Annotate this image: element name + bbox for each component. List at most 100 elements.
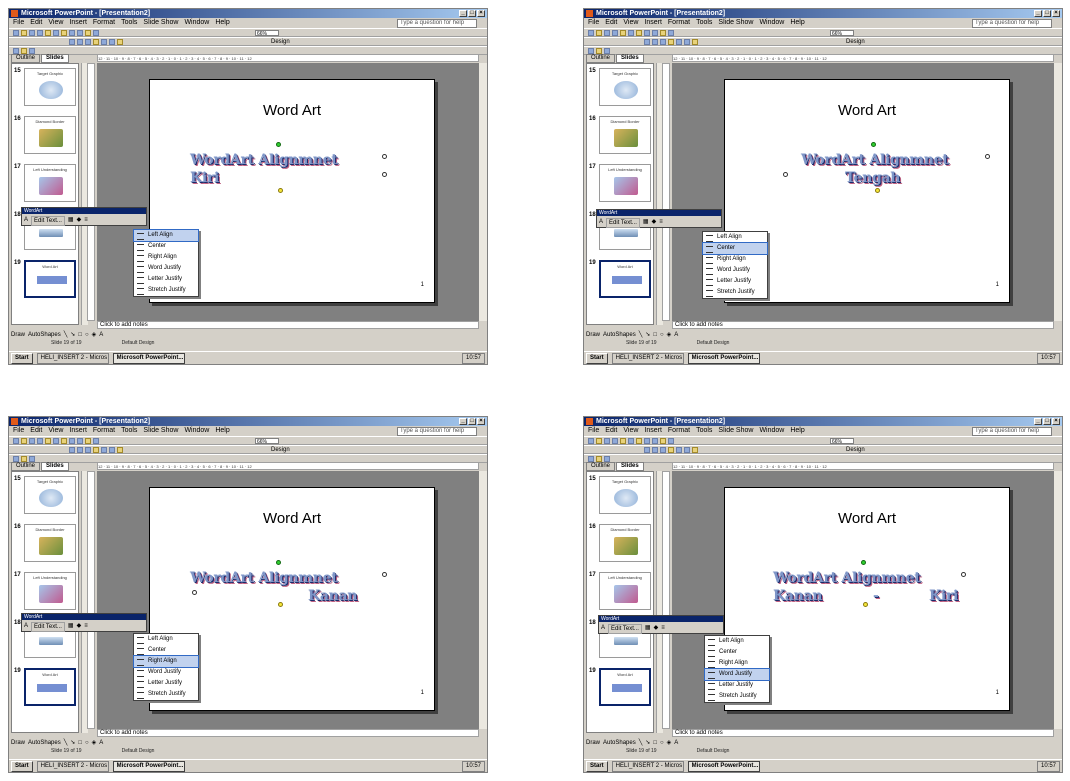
- menu-file[interactable]: File: [588, 426, 599, 435]
- save-icon[interactable]: [604, 438, 610, 444]
- print-icon[interactable]: [612, 30, 618, 36]
- bold-icon[interactable]: [644, 39, 650, 45]
- slide-title[interactable]: Word Art: [150, 510, 434, 527]
- slide-scrollbar[interactable]: [479, 471, 487, 729]
- menu-format[interactable]: Format: [668, 18, 690, 27]
- zoom-select[interactable]: 66%: [255, 438, 279, 445]
- menu-file[interactable]: File: [13, 18, 24, 27]
- wordart-gallery-icon[interactable]: ▦: [68, 622, 74, 632]
- menu-window[interactable]: Window: [759, 18, 784, 27]
- menu-edit[interactable]: Edit: [605, 18, 617, 27]
- thumbnail-item[interactable]: 17 Left Understanding: [589, 164, 653, 208]
- copy-icon[interactable]: [53, 30, 59, 36]
- thumbnail-slide[interactable]: Target Graphic: [599, 68, 651, 106]
- align-center-icon[interactable]: [676, 447, 682, 453]
- open-icon[interactable]: [21, 30, 27, 36]
- rectangle-icon[interactable]: □: [653, 739, 657, 747]
- undo-icon[interactable]: [69, 30, 75, 36]
- menu-format[interactable]: Format: [93, 426, 115, 435]
- underline-icon[interactable]: [660, 447, 666, 453]
- line-icon[interactable]: ╲: [64, 739, 68, 747]
- wordart-gallery-icon[interactable]: ▦: [68, 216, 74, 226]
- cut-icon[interactable]: [45, 438, 51, 444]
- menu-insert[interactable]: Insert: [644, 426, 662, 435]
- table-icon[interactable]: [668, 438, 674, 444]
- format-wordart-icon[interactable]: ◆: [654, 624, 659, 634]
- design-button[interactable]: Design: [846, 447, 865, 454]
- oval-icon[interactable]: ○: [660, 331, 664, 339]
- bold-icon[interactable]: [644, 447, 650, 453]
- resize-handle[interactable]: [382, 154, 387, 159]
- open-icon[interactable]: [596, 30, 602, 36]
- wordart-line-2-dash[interactable]: -: [873, 588, 879, 604]
- menu-view[interactable]: View: [623, 426, 638, 435]
- minimize-button[interactable]: _: [1034, 418, 1042, 425]
- slide-title[interactable]: Word Art: [725, 510, 1009, 527]
- menu-tools[interactable]: Tools: [121, 18, 137, 27]
- slide-scrollbar[interactable]: [1054, 63, 1062, 321]
- menu-slide-show[interactable]: Slide Show: [143, 18, 178, 27]
- start-button[interactable]: Start: [586, 352, 608, 364]
- oval-icon[interactable]: ○: [85, 331, 89, 339]
- arrow-icon[interactable]: ➘: [645, 331, 650, 339]
- rotate-handle[interactable]: [871, 142, 876, 147]
- notes-pane[interactable]: Click to add notes: [97, 729, 479, 737]
- notes-pane[interactable]: Click to add notes: [672, 321, 1054, 329]
- insert-wordart-icon[interactable]: A: [24, 216, 28, 226]
- menu-insert[interactable]: Insert: [69, 18, 87, 27]
- line-icon[interactable]: ╲: [64, 331, 68, 339]
- oval-icon[interactable]: ○: [85, 739, 89, 747]
- menu-format[interactable]: Format: [668, 426, 690, 435]
- copy-icon[interactable]: [628, 438, 634, 444]
- save-icon[interactable]: [604, 30, 610, 36]
- edit-text-button[interactable]: Edit Text...: [608, 624, 642, 634]
- help-search-input[interactable]: Type a question for help: [972, 427, 1052, 436]
- tab-slides[interactable]: Slides: [616, 54, 644, 63]
- chart-icon[interactable]: [85, 438, 91, 444]
- draw-menu[interactable]: Draw: [586, 739, 600, 747]
- bold-icon[interactable]: [69, 39, 75, 45]
- adjust-handle[interactable]: [875, 188, 880, 193]
- thumbnail-item[interactable]: 19 Word Art: [14, 260, 78, 304]
- menu-view[interactable]: View: [48, 18, 63, 27]
- fill-color-icon[interactable]: ◈: [667, 739, 672, 747]
- tab-slides[interactable]: Slides: [41, 54, 69, 63]
- insert-wordart-icon[interactable]: A: [599, 218, 603, 228]
- resize-handle[interactable]: [783, 172, 788, 177]
- menu-item-letter-justify[interactable]: Letter Justify: [134, 274, 198, 285]
- redo-icon[interactable]: [77, 30, 83, 36]
- font-color-icon[interactable]: A: [99, 739, 103, 747]
- slide-title[interactable]: Word Art: [150, 102, 434, 119]
- close-button[interactable]: ×: [1052, 418, 1060, 425]
- taskbar-item[interactable]: HELI_INSERT 2 - Micros: [611, 352, 684, 364]
- wordart-gallery-icon[interactable]: ▦: [643, 218, 649, 228]
- taskbar-item-powerpoint[interactable]: Microsoft PowerPoint...: [112, 760, 185, 772]
- italic-icon[interactable]: [652, 447, 658, 453]
- rotate-handle[interactable]: [276, 142, 281, 147]
- edit-text-button[interactable]: Edit Text...: [606, 218, 640, 228]
- redo-icon[interactable]: [77, 438, 83, 444]
- tab-outline[interactable]: Outline: [11, 462, 41, 471]
- menu-tools[interactable]: Tools: [696, 426, 712, 435]
- close-button[interactable]: ×: [477, 418, 485, 425]
- wordart-line-1[interactable]: WordArt Alignmnet: [190, 152, 338, 168]
- resize-handle[interactable]: [382, 572, 387, 577]
- tab-slides[interactable]: Slides: [616, 462, 644, 471]
- rectangle-icon[interactable]: □: [78, 739, 82, 747]
- wordart-line-2-left[interactable]: Kanan: [773, 588, 822, 604]
- menu-item-center[interactable]: Center: [702, 242, 768, 255]
- font-color-icon[interactable]: [692, 447, 698, 453]
- menu-edit[interactable]: Edit: [30, 426, 42, 435]
- menu-edit[interactable]: Edit: [605, 426, 617, 435]
- tab-outline[interactable]: Outline: [11, 54, 41, 63]
- line-icon[interactable]: ╲: [639, 331, 643, 339]
- menu-item-letter-justify[interactable]: Letter Justify: [703, 276, 767, 287]
- thumbnail-slide[interactable]: Diamond Border: [599, 524, 651, 562]
- align-right-icon[interactable]: [684, 447, 690, 453]
- align-left-icon[interactable]: [93, 39, 99, 45]
- start-button[interactable]: Start: [11, 760, 33, 772]
- thumbnail-item[interactable]: 17 Left Understanding: [589, 572, 653, 616]
- close-button[interactable]: ×: [1052, 10, 1060, 17]
- menu-window[interactable]: Window: [184, 426, 209, 435]
- align-right-icon[interactable]: [684, 39, 690, 45]
